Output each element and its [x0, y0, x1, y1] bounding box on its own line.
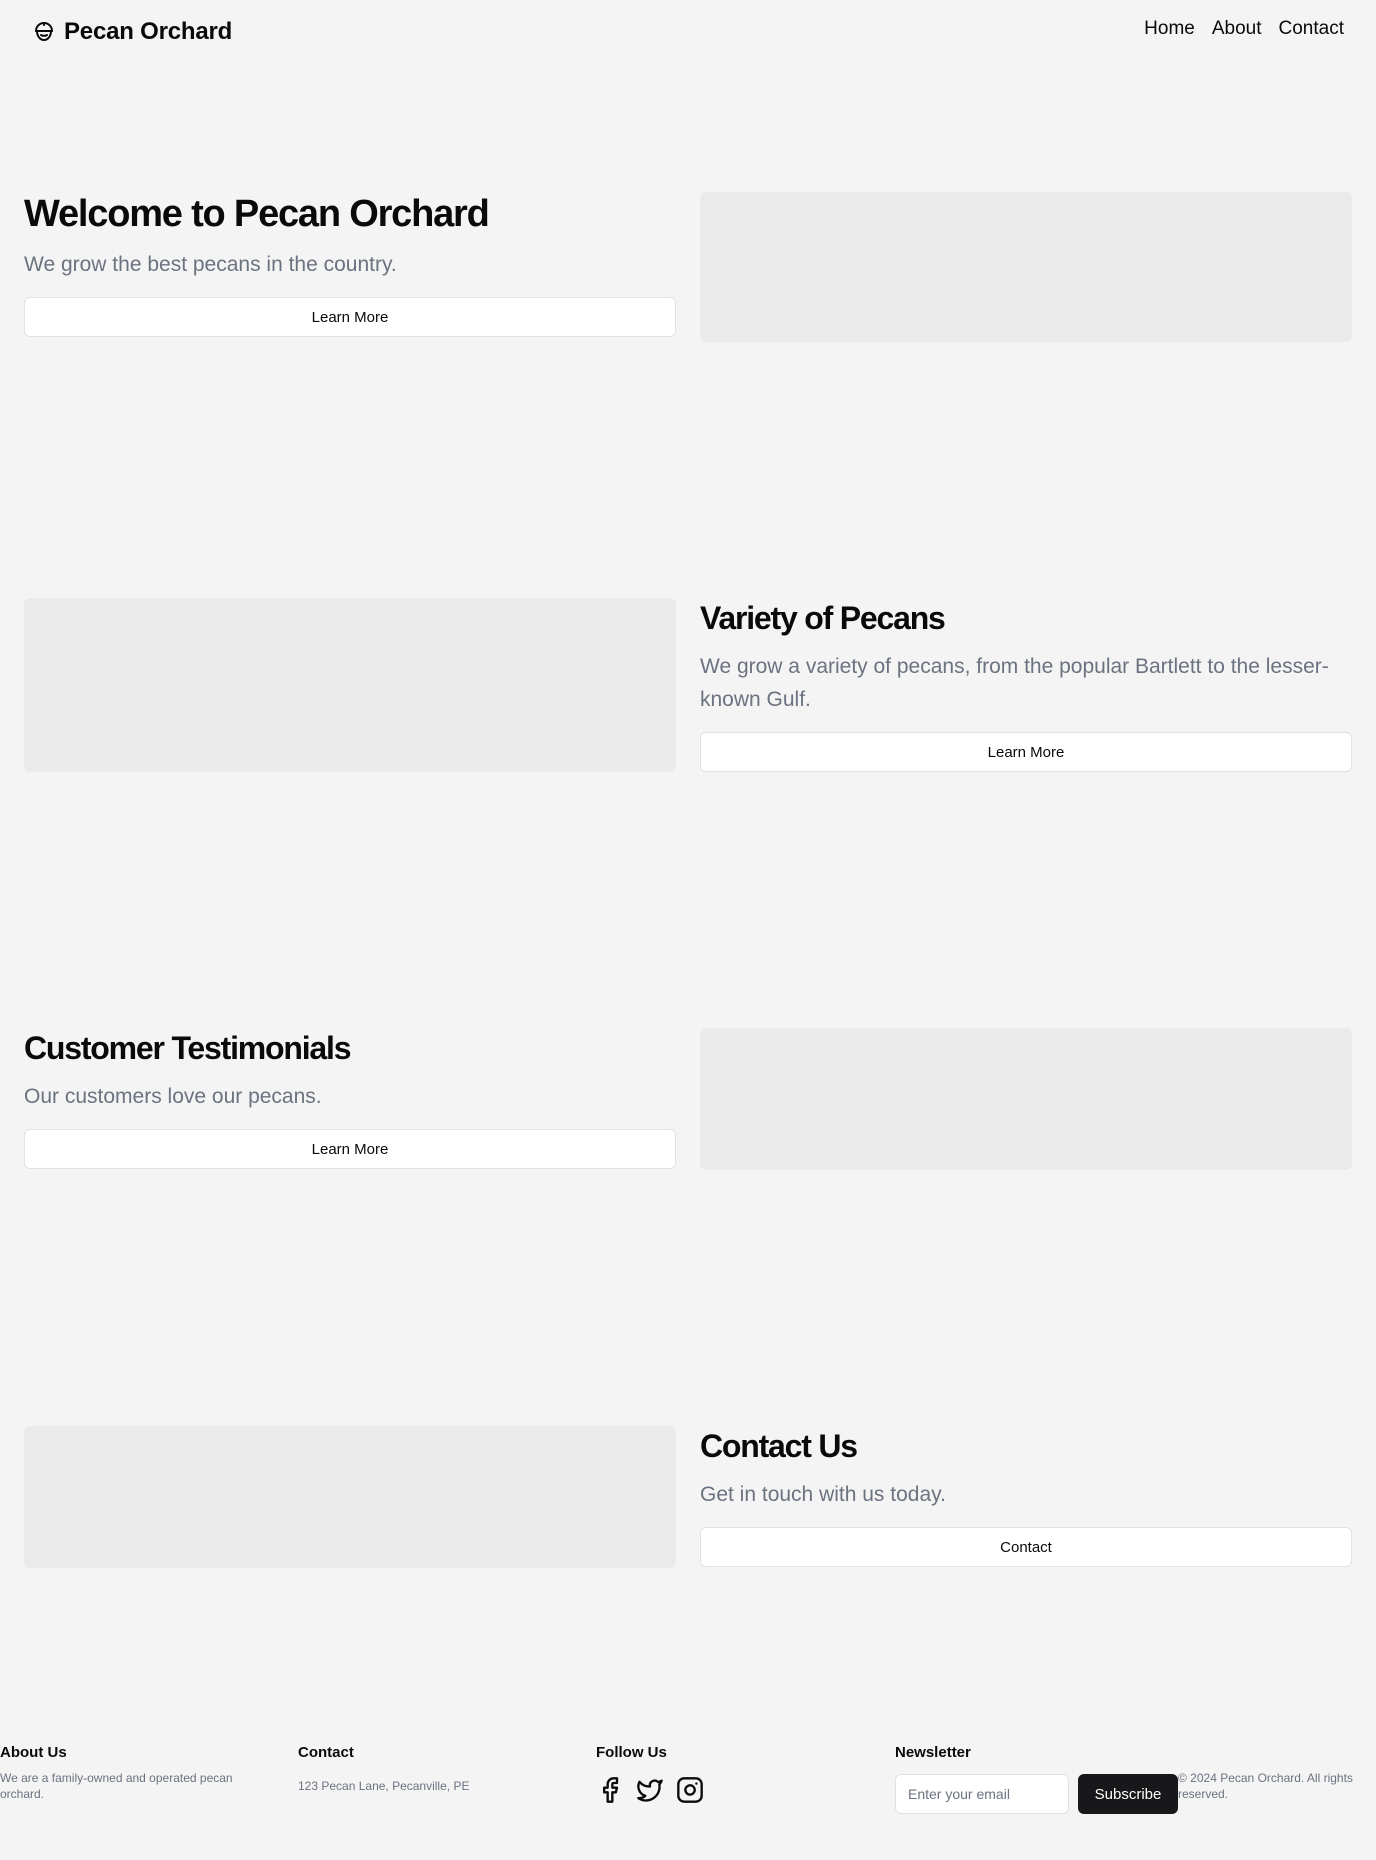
newsletter-email-input[interactable]	[895, 1774, 1069, 1814]
testimonials-subtitle: Our customers love our pecans.	[24, 1085, 322, 1108]
footer-contact-address: 123 Pecan Lane, Pecanville, PE	[298, 1779, 470, 1793]
hero-title: Welcome to Pecan Orchard	[24, 193, 490, 235]
contact-image-placeholder	[24, 1426, 676, 1568]
site-footer: About Us We are a family-owned and opera…	[0, 1740, 1376, 1860]
footer-contact-heading: Contact	[298, 1744, 354, 1761]
testimonials-learn-more-button[interactable]: Learn More	[24, 1129, 676, 1169]
variety-title: Variety of Pecans	[700, 600, 946, 636]
variety-image-placeholder	[24, 598, 676, 772]
hero-learn-more-button[interactable]: Learn More	[24, 297, 676, 337]
image-placeholder	[700, 1028, 1352, 1170]
footer-contact: Contact 123 Pecan Lane, Pecanville, PE	[298, 1740, 558, 1794]
contact-section: Contact Us Get in touch with us today. C…	[24, 1426, 1352, 1568]
testimonials-content: Customer Testimonials Our customers love…	[24, 1028, 676, 1169]
image-placeholder	[700, 192, 1352, 342]
hero-image-placeholder	[700, 192, 1352, 342]
nav-about-link[interactable]: About	[1212, 18, 1262, 40]
footer-newsletter: Newsletter Subscribe	[895, 1740, 1185, 1814]
instagram-icon[interactable]	[676, 1776, 704, 1804]
main-nav: Home About Contact	[1144, 18, 1344, 40]
variety-learn-more-button[interactable]: Learn More	[700, 732, 1352, 772]
testimonials-section: Customer Testimonials Our customers love…	[24, 1028, 1352, 1170]
newsletter-form: Subscribe	[895, 1774, 1185, 1814]
footer-follow-heading: Follow Us	[596, 1744, 667, 1761]
twitter-icon[interactable]	[636, 1776, 664, 1804]
variety-section: Variety of Pecans We grow a variety of p…	[24, 598, 1352, 772]
hero-section: Welcome to Pecan Orchard We grow the bes…	[24, 192, 1352, 342]
variety-subtitle: We grow a variety of pecans, from the po…	[700, 655, 1329, 711]
copyright-text: © 2024 Pecan Orchard. All rights reserve…	[1178, 1771, 1353, 1801]
site-header: Pecan Orchard Home About Contact	[0, 0, 1376, 64]
hero-content: Welcome to Pecan Orchard We grow the bes…	[24, 192, 676, 337]
nav-home-link[interactable]: Home	[1144, 18, 1195, 40]
contact-title: Contact Us	[700, 1428, 858, 1464]
footer-about: About Us We are a family-owned and opera…	[0, 1740, 260, 1802]
brand-name: Pecan Orchard	[64, 18, 233, 45]
facebook-icon[interactable]	[596, 1776, 624, 1804]
footer-follow: Follow Us	[596, 1740, 856, 1804]
nav-contact-link[interactable]: Contact	[1279, 18, 1344, 40]
testimonials-image-placeholder	[700, 1028, 1352, 1170]
footer-about-heading: About Us	[0, 1744, 67, 1761]
subscribe-button[interactable]: Subscribe	[1078, 1774, 1178, 1814]
social-links	[596, 1776, 856, 1804]
hero-subtitle: We grow the best pecans in the country.	[24, 253, 397, 276]
image-placeholder	[24, 598, 676, 772]
footer-about-text: We are a family-owned and operated pecan…	[0, 1771, 233, 1801]
contact-content: Contact Us Get in touch with us today. C…	[700, 1426, 1352, 1567]
contact-button[interactable]: Contact	[700, 1527, 1352, 1567]
brand[interactable]: Pecan Orchard	[32, 16, 232, 48]
testimonials-title: Customer Testimonials	[24, 1030, 351, 1066]
image-placeholder	[24, 1426, 676, 1568]
contact-subtitle: Get in touch with us today.	[700, 1483, 946, 1506]
pecan-icon	[35, 22, 53, 41]
footer-newsletter-heading: Newsletter	[895, 1744, 971, 1761]
variety-content: Variety of Pecans We grow a variety of p…	[700, 598, 1352, 772]
